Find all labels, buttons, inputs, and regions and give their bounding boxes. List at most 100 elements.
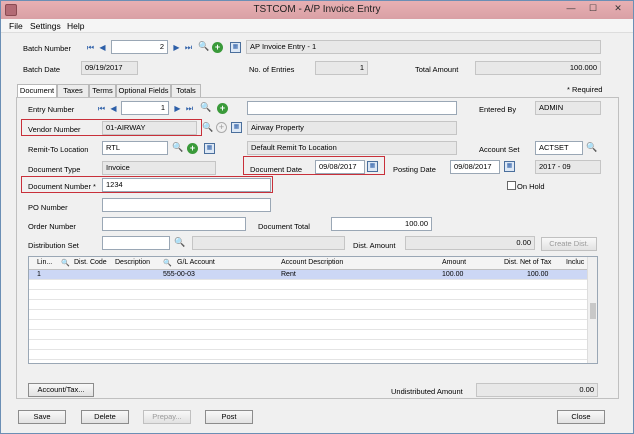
menu-file[interactable]: File: [9, 21, 23, 31]
po-number-label: PO Number: [28, 203, 68, 212]
entry-description-input[interactable]: [247, 101, 457, 115]
account-set-finder-icon[interactable]: 🔍: [586, 142, 597, 153]
batch-list-icon[interactable]: ▦: [230, 42, 241, 53]
col-description[interactable]: Description: [115, 259, 150, 266]
row-net-of-tax: 100.00: [527, 271, 549, 278]
entered-by-field: ADMIN: [535, 101, 601, 115]
remit-to-input[interactable]: RTL: [102, 141, 168, 155]
batch-number-input[interactable]: 2: [111, 40, 168, 54]
document-type-label: Document Type: [28, 165, 81, 174]
tab-document[interactable]: Document: [17, 84, 57, 98]
col-amount[interactable]: Amount: [442, 259, 466, 266]
last-batch-icon[interactable]: ⏭: [183, 42, 194, 53]
next-batch-icon[interactable]: ▶: [171, 42, 182, 53]
table-row[interactable]: [29, 320, 587, 330]
on-hold-checkbox[interactable]: [507, 181, 516, 190]
minimize-button[interactable]: —: [561, 2, 581, 16]
total-amount-field: 100.000: [475, 61, 601, 75]
remit-add-icon[interactable]: +: [187, 143, 198, 154]
table-row[interactable]: [29, 300, 587, 310]
document-date-input[interactable]: 09/08/2017: [315, 160, 365, 174]
posting-date-label: Posting Date: [393, 165, 436, 174]
remit-details-icon[interactable]: ▦: [204, 143, 215, 154]
first-entry-icon[interactable]: ⏮: [96, 103, 107, 114]
grid-header: Lin... 🔍 Dist. Code Description 🔍 G/L Ac…: [29, 257, 597, 270]
vendor-details-icon[interactable]: ▦: [231, 122, 242, 133]
window-title: TSTCOM - A/P Invoice Entry: [253, 4, 381, 15]
distribution-set-finder-icon[interactable]: 🔍: [174, 237, 185, 248]
col-gl-account[interactable]: G/L Account: [177, 259, 215, 266]
table-row[interactable]: [29, 350, 587, 360]
remit-to-label: Remit-To Location: [28, 145, 89, 154]
batch-description-field[interactable]: AP Invoice Entry - 1: [246, 40, 601, 54]
posting-date-calendar-icon[interactable]: ▦: [504, 161, 515, 172]
grid-scrollbar-thumb[interactable]: [590, 303, 596, 319]
account-set-label: Account Set: [479, 145, 520, 154]
maximize-button[interactable]: ☐: [583, 2, 603, 16]
row-line: 1: [37, 271, 41, 278]
entry-number-input[interactable]: 1: [121, 101, 169, 115]
entered-by-label: Entered By: [479, 105, 517, 114]
create-dist-button[interactable]: Create Dist.: [541, 237, 597, 251]
menu-help[interactable]: Help: [67, 21, 84, 31]
table-row[interactable]: 1 555-00-03 Rent 100.00 100.00: [29, 270, 587, 280]
entries-label: No. of Entries: [249, 65, 295, 74]
col-net-of-tax[interactable]: Dist. Net of Tax: [504, 259, 551, 266]
menu-settings[interactable]: Settings: [30, 21, 61, 31]
post-button[interactable]: Post: [205, 410, 253, 424]
tab-optional-fields[interactable]: Optional Fields: [116, 84, 171, 97]
batch-finder-icon[interactable]: 🔍: [198, 41, 209, 52]
row-amount: 100.00: [442, 271, 464, 278]
posting-date-input[interactable]: 09/08/2017: [450, 160, 500, 174]
table-row[interactable]: [29, 340, 587, 350]
col-included[interactable]: Incluc: [566, 259, 584, 266]
po-number-input[interactable]: [102, 198, 271, 212]
row-gl-account: 555-00-03: [163, 271, 195, 278]
close-window-button[interactable]: ✕: [605, 2, 631, 16]
tab-taxes[interactable]: Taxes: [57, 84, 89, 97]
prepay-button[interactable]: Prepay...: [143, 410, 191, 424]
distribution-set-input[interactable]: [102, 236, 170, 250]
tab-terms[interactable]: Terms: [89, 84, 116, 97]
document-type-field[interactable]: Invoice: [102, 161, 216, 175]
col-line[interactable]: Lin...: [37, 259, 52, 266]
grid-scrollbar[interactable]: [587, 257, 597, 363]
account-tax-button[interactable]: Account/Tax...: [28, 383, 94, 397]
table-row[interactable]: [29, 280, 587, 290]
dist-amount-label: Dist. Amount: [353, 241, 396, 250]
vendor-finder-icon: 🔍: [202, 122, 214, 132]
col-account-description[interactable]: Account Description: [281, 259, 343, 266]
entry-finder-icon[interactable]: 🔍: [200, 102, 211, 113]
document-total-input[interactable]: 100.00: [331, 217, 432, 231]
table-row[interactable]: [29, 330, 587, 340]
undistributed-amount-label: Undistributed Amount: [391, 387, 463, 396]
fiscal-period-field: 2017 - 09: [535, 160, 601, 174]
first-batch-icon[interactable]: ⏮: [85, 42, 96, 53]
document-date-calendar-icon[interactable]: ▦: [367, 161, 378, 172]
col-dist-code[interactable]: Dist. Code: [74, 259, 107, 266]
vendor-number-field[interactable]: 01-AIRWAY: [102, 121, 197, 135]
total-amount-label: Total Amount: [415, 65, 459, 74]
gl-account-finder-icon[interactable]: 🔍: [163, 259, 172, 267]
close-button[interactable]: Close: [557, 410, 605, 424]
document-number-input[interactable]: 1234: [102, 178, 271, 192]
previous-batch-icon[interactable]: ◀: [97, 42, 108, 53]
distribution-set-label: Distribution Set: [28, 241, 79, 250]
last-entry-icon[interactable]: ⏭: [184, 103, 195, 114]
order-number-input[interactable]: [102, 217, 246, 231]
new-batch-icon[interactable]: +: [212, 42, 223, 53]
menu-bar: File Settings Help: [1, 19, 633, 33]
table-row[interactable]: [29, 290, 587, 300]
new-entry-icon[interactable]: +: [217, 103, 228, 114]
previous-entry-icon[interactable]: ◀: [108, 103, 119, 114]
remit-finder-icon[interactable]: 🔍: [172, 142, 183, 153]
next-entry-icon[interactable]: ▶: [172, 103, 183, 114]
table-row[interactable]: [29, 310, 587, 320]
app-window: TSTCOM - A/P Invoice Entry — ☐ ✕ File Se…: [0, 0, 634, 434]
tab-totals[interactable]: Totals: [171, 84, 201, 97]
save-button[interactable]: Save: [18, 410, 66, 424]
account-set-input[interactable]: ACTSET: [535, 141, 583, 155]
document-total-label: Document Total: [258, 222, 310, 231]
dist-code-finder-icon[interactable]: 🔍: [61, 259, 70, 267]
delete-button[interactable]: Delete: [81, 410, 129, 424]
